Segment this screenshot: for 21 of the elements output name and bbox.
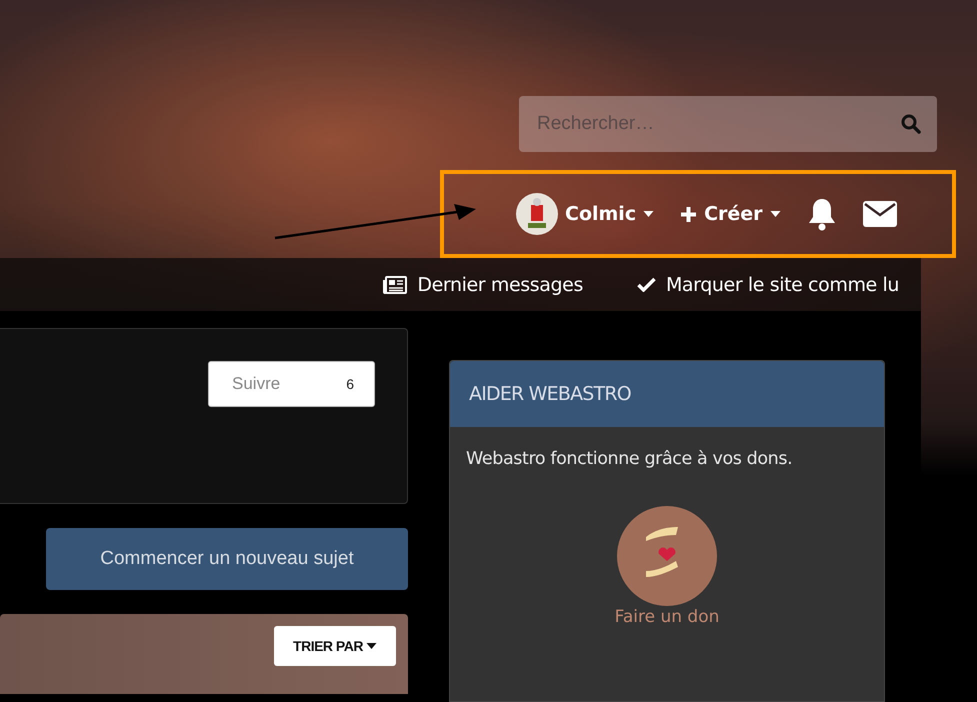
search-icon bbox=[901, 114, 921, 134]
avatar bbox=[516, 193, 558, 235]
widget-text: Webastro fonctionne grâce à vos dons. bbox=[466, 449, 794, 469]
follow-button[interactable]: Suivre 6 bbox=[208, 361, 375, 407]
mail-icon[interactable] bbox=[862, 201, 897, 227]
caret-icon bbox=[366, 643, 377, 649]
nav-link[interactable]: Dernier messages bbox=[383, 274, 583, 296]
new-topic-button[interactable]: Commencer un nouveau sujet bbox=[46, 528, 408, 590]
caret-icon bbox=[770, 211, 781, 217]
newspaper-icon bbox=[383, 276, 408, 294]
donate-link[interactable]: Faire un don bbox=[614, 505, 720, 627]
widget-title: AIDER WEBASTRO bbox=[450, 361, 884, 427]
caret-icon bbox=[643, 211, 654, 217]
nav-link[interactable]: Marquer le site comme lu bbox=[636, 274, 899, 296]
check-icon bbox=[636, 277, 656, 292]
user-menu[interactable]: Colmic bbox=[516, 193, 654, 235]
sort-button[interactable]: TRIER PAR bbox=[274, 626, 396, 666]
follow-count: 6 bbox=[346, 376, 354, 392]
create-menu[interactable]: Créer bbox=[680, 203, 781, 225]
plus-icon bbox=[680, 206, 698, 222]
bell-icon[interactable] bbox=[806, 198, 837, 230]
